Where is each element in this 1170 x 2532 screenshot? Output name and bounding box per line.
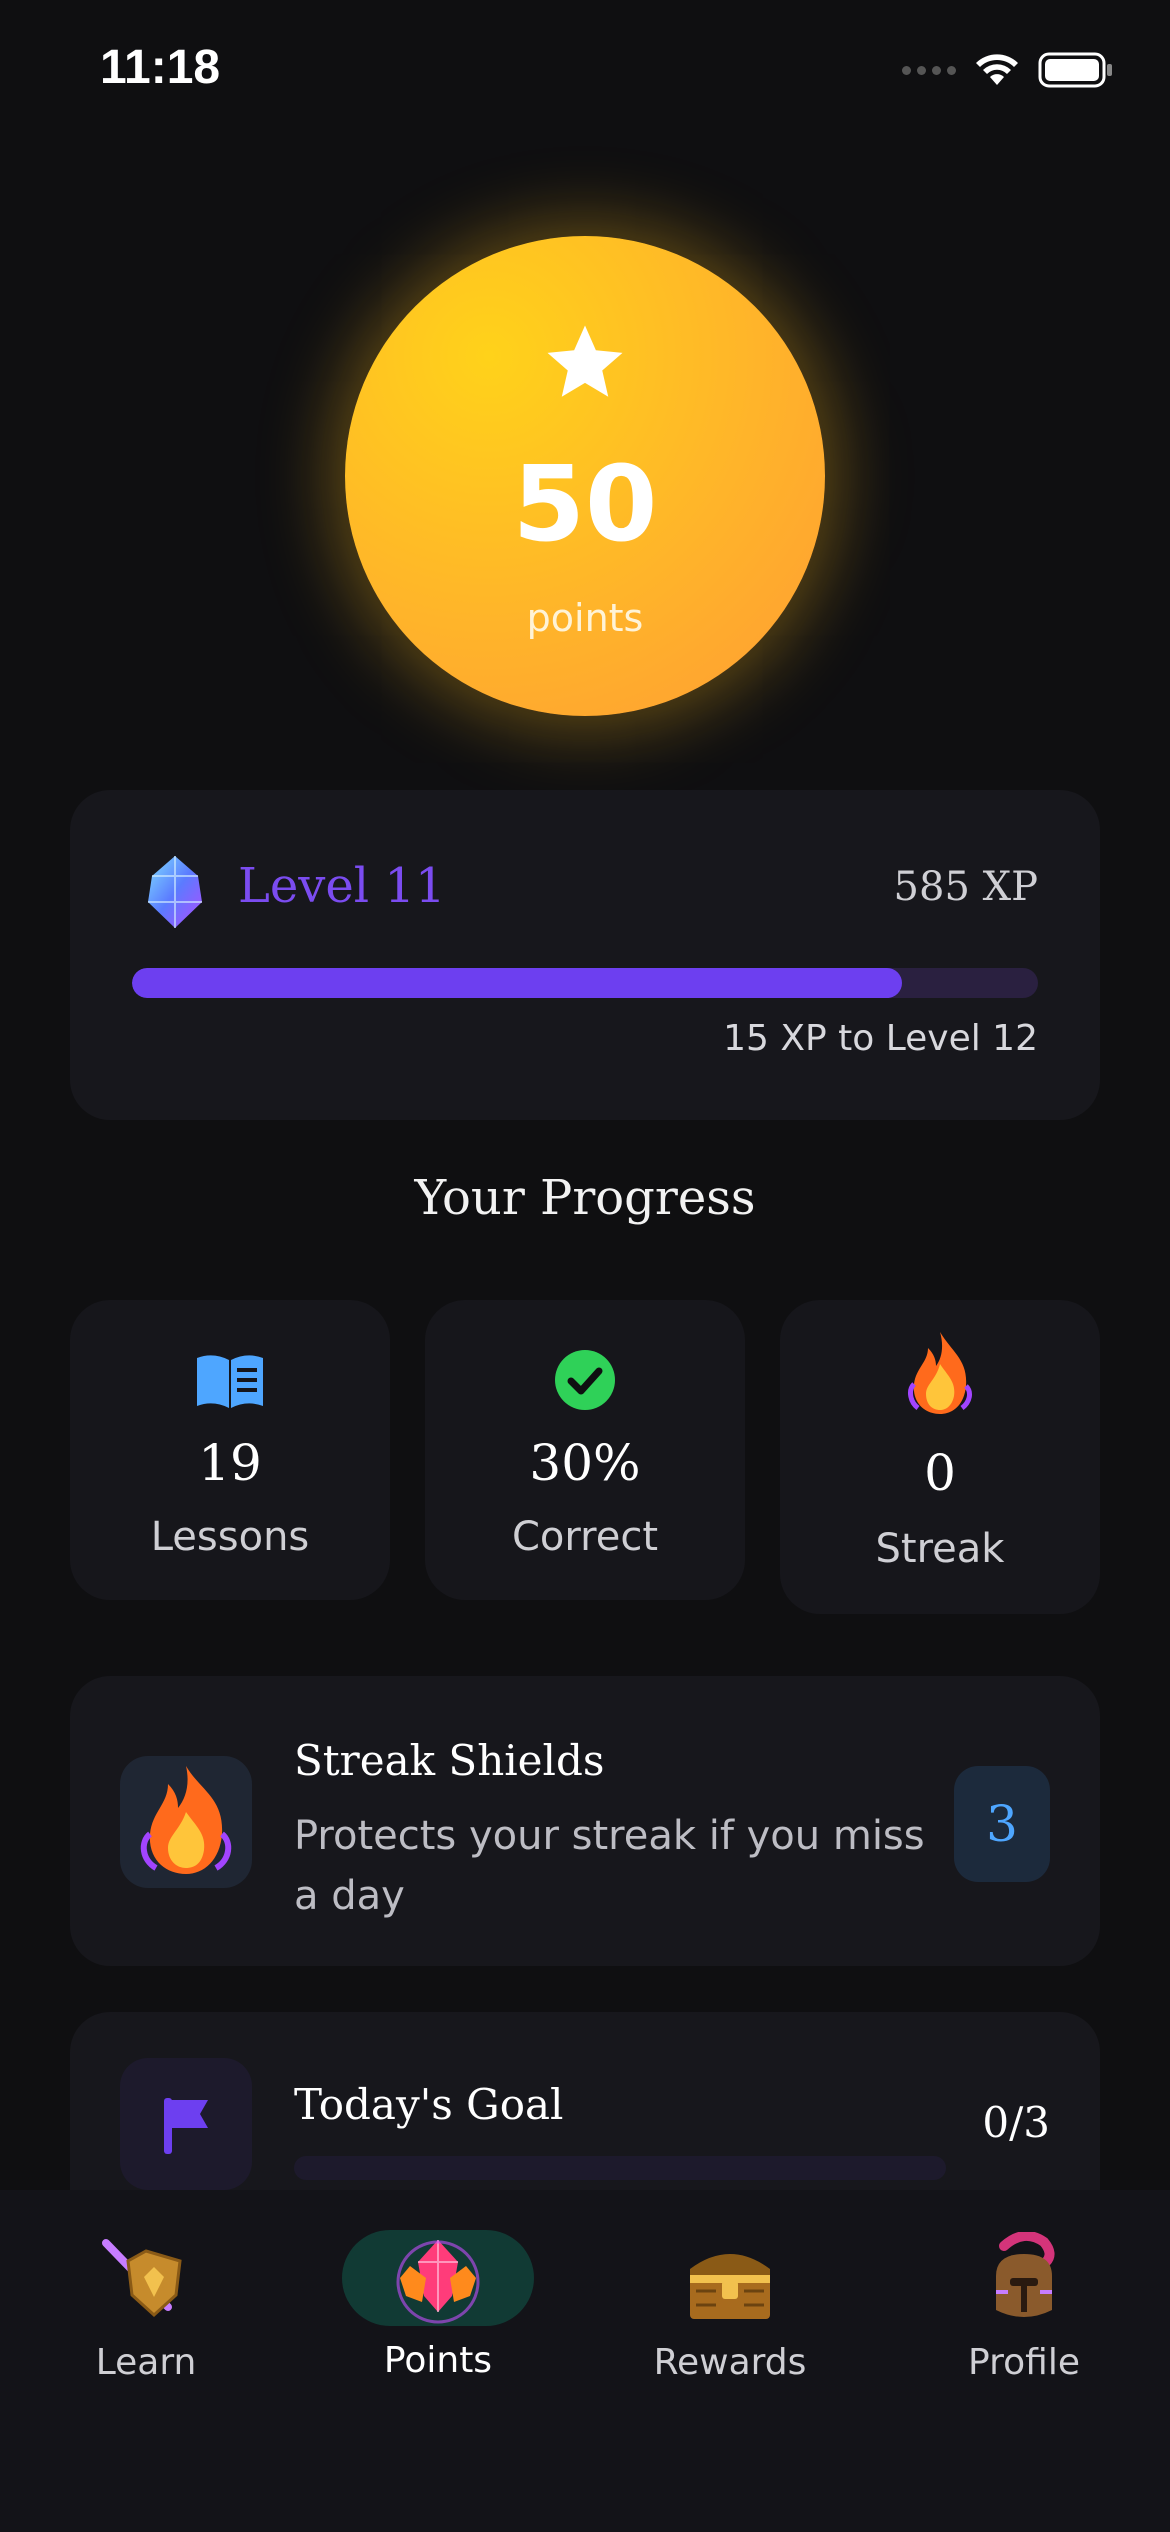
nav-label: Profile xyxy=(968,2342,1080,2383)
stat-value: 19 xyxy=(198,1434,262,1492)
level-progress-fill xyxy=(132,968,903,998)
nav-label: Rewards xyxy=(653,2342,807,2383)
nav-item-points[interactable]: Points xyxy=(313,2190,563,2381)
stat-value: 30% xyxy=(529,1434,641,1492)
streak-shields-description: Protects your streak if you miss a day xyxy=(294,1813,925,1919)
stat-value: 0 xyxy=(924,1444,956,1502)
stat-label: Streak xyxy=(875,1526,1005,1572)
sword-shield-icon xyxy=(102,2239,182,2318)
wifi-icon xyxy=(976,54,1018,85)
book-icon xyxy=(197,1355,263,1408)
helmet-icon xyxy=(996,2232,1055,2317)
star-icon xyxy=(547,325,623,397)
points-label: points xyxy=(526,596,644,640)
stat-card-lessons: 19 Lessons xyxy=(70,1300,390,1600)
stat-label: Lessons xyxy=(150,1514,310,1560)
flag-icon xyxy=(164,2098,208,2154)
shield-icon-box xyxy=(120,1756,252,1888)
todays-goal-progress-bar xyxy=(294,2156,946,2180)
battery-icon xyxy=(1038,52,1112,88)
nav-item-learn[interactable]: Learn xyxy=(21,2190,271,2383)
nav-label: Learn xyxy=(95,2342,197,2383)
status-time: 11:18 xyxy=(100,41,221,94)
stat-label: Correct xyxy=(512,1514,658,1560)
section-title: Your Progress xyxy=(414,1170,756,1226)
level-card xyxy=(70,790,1100,1120)
check-circle-icon xyxy=(555,1350,615,1410)
stat-card-correct: 30% Correct xyxy=(425,1300,745,1600)
status-icons xyxy=(902,52,1114,88)
level-progress-bar xyxy=(132,968,1038,998)
bottom-nav: Learn Points Rewards Profile xyxy=(0,2190,1170,2532)
todays-goal-title: Today's Goal xyxy=(294,2080,564,2129)
nav-item-rewards[interactable]: Rewards xyxy=(605,2190,855,2383)
goal-icon-box xyxy=(120,2058,252,2190)
level-next-text: 15 XP to Level 12 xyxy=(723,1018,1038,1059)
streak-shields-title: Streak Shields xyxy=(294,1736,605,1785)
streak-shields-count-badge: 3 xyxy=(954,1766,1050,1882)
nav-item-profile[interactable]: Profile xyxy=(899,2190,1149,2383)
stat-card-streak: 0 Streak xyxy=(780,1300,1100,1614)
level-title: Level 11 xyxy=(238,858,446,914)
cellular-signal-icon xyxy=(902,65,956,75)
points-value: 50 xyxy=(512,443,658,565)
fire-shield-icon xyxy=(140,1766,232,1874)
nav-label: Points xyxy=(383,2340,493,2381)
flame-icon xyxy=(908,1332,972,1414)
crystal-gem-icon xyxy=(148,856,202,928)
todays-goal-count: 0/3 xyxy=(982,2098,1050,2147)
level-xp: 585 XP xyxy=(893,864,1038,910)
gem-cluster-icon xyxy=(396,2240,480,2324)
treasure-chest-icon xyxy=(690,2254,770,2319)
